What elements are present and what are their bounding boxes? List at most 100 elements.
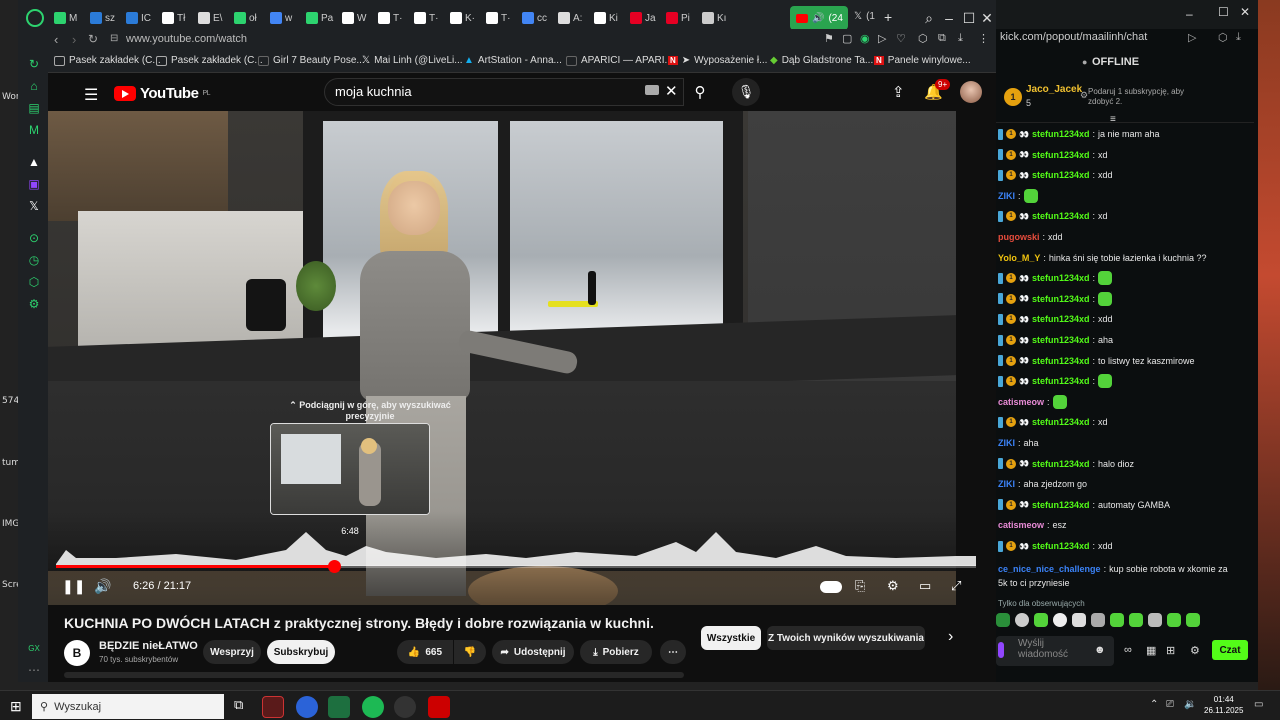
store-icon[interactable]: ▦ [1146, 644, 1156, 657]
gx-icon[interactable]: GX [27, 641, 41, 655]
chat-username[interactable]: stefun1234xd [1032, 356, 1090, 366]
chat-username[interactable]: stefun1234xd [1032, 129, 1090, 139]
acrobat-icon[interactable] [428, 696, 450, 718]
opera-gx-icon[interactable] [262, 696, 284, 718]
chat-username[interactable]: pugowski [998, 232, 1040, 242]
browser-tab[interactable]: M [54, 8, 88, 28]
emote-icon[interactable] [1167, 613, 1181, 627]
chat-username[interactable]: stefun1234xd [1032, 314, 1090, 324]
download-button[interactable]: ⤓ Pobierz [580, 640, 652, 664]
bookmark-folder[interactable]: Pasek zakładek (C... [156, 55, 263, 66]
emote-icon[interactable] [1053, 613, 1067, 627]
subtitles-icon[interactable]: ⎘ [855, 578, 865, 594]
channel-name[interactable]: BĘDZIE nieŁATWO [99, 640, 198, 652]
bookmark-item[interactable]: APARICI — APARI... [566, 55, 673, 66]
chip-search-results[interactable]: Z Twoich wyników wyszukiwania [767, 626, 925, 650]
mail-icon[interactable]: M [27, 123, 41, 137]
progress-scrubber[interactable] [327, 560, 341, 573]
chat-username[interactable]: stefun1234xd [1032, 150, 1090, 160]
emote-icon[interactable] [1148, 613, 1162, 627]
chat-username[interactable]: stefun1234xd [1032, 376, 1090, 386]
chat-username[interactable]: catismeow [998, 520, 1044, 530]
browser-tab[interactable]: Pa [306, 8, 340, 28]
tab-search-icon[interactable]: ⧉ [938, 32, 946, 45]
spotify-icon[interactable] [362, 696, 384, 718]
browser-tab[interactable]: Ki [594, 8, 628, 28]
chat-username[interactable]: Yolo_M_Y [998, 253, 1040, 263]
youtube-logo[interactable]: YouTube PL [114, 85, 210, 102]
emote-icon[interactable] [1186, 613, 1200, 627]
play-ext-icon[interactable]: ▷ [878, 32, 886, 45]
dislike-button[interactable]: 👎 [454, 640, 486, 664]
refresh-icon[interactable]: ↻ [27, 57, 41, 71]
bookmark-item[interactable]: N Panele winylowe... [874, 55, 971, 66]
maximize-icon[interactable]: ☐ [1218, 5, 1229, 19]
chevron-right-icon[interactable]: › [948, 628, 953, 646]
clear-search-icon[interactable]: ✕ [665, 82, 678, 100]
settings-icon[interactable]: ⚙ [1190, 644, 1200, 657]
extension-icon[interactable]: ◉ [860, 32, 870, 45]
subscribe-button[interactable]: Subskrybuj [267, 640, 335, 664]
bookmark-icon[interactable]: ⚑ [824, 32, 834, 45]
close-icon[interactable]: ✕ [1240, 5, 1250, 19]
minimize-icon[interactable]: – [1186, 7, 1193, 21]
browser-tab[interactable]: sz [90, 8, 124, 28]
chat-username[interactable]: stefun1234xd [1032, 170, 1090, 180]
bookmark-item[interactable]: Girl 7 Beauty Pose... [258, 55, 365, 66]
excel-icon[interactable] [328, 696, 350, 718]
browser-tab[interactable]: Ja [630, 8, 664, 28]
emote-icon[interactable] [1091, 613, 1105, 627]
tab-active-youtube[interactable]: 🔊 (24 [790, 6, 848, 30]
gift-box-icon[interactable]: ⊞ [1166, 644, 1175, 657]
volume-icon[interactable]: 🔉 [1184, 699, 1196, 710]
puzzle-icon[interactable]: ⬡ [918, 32, 928, 45]
upload-icon[interactable]: ⇪ [892, 83, 905, 101]
chat-username[interactable]: catismeow [998, 397, 1044, 407]
chat-username[interactable]: stefun1234xd [1032, 211, 1090, 221]
chrome-icon[interactable] [296, 696, 318, 718]
chat-username[interactable]: stefun1234xd [1032, 335, 1090, 345]
task-view-icon[interactable]: ⧉ [234, 697, 243, 713]
pinned-username[interactable]: Jaco_Jacek [1026, 84, 1082, 95]
taskbar-clock[interactable]: 01:44 26.11.2025 [1204, 694, 1243, 716]
layers-icon[interactable]: ▤ [27, 101, 41, 115]
pause-icon[interactable]: ❚❚ [62, 578, 85, 595]
bookmark-folder[interactable]: Pasek zakładek (C... [54, 55, 161, 66]
app-icon[interactable] [394, 696, 416, 718]
browser-tab[interactable]: cc [522, 8, 556, 28]
microphone-icon[interactable]: 🎙 [732, 78, 760, 106]
minimize-icon[interactable]: – [940, 9, 958, 27]
download-icon[interactable]: ⤓ [1236, 31, 1241, 44]
chat-username[interactable]: stefun1234xd [1032, 500, 1090, 510]
new-tab-icon[interactable]: + [884, 9, 892, 25]
url-field[interactable]: www.youtube.com/watch [126, 33, 247, 45]
browser-tab[interactable]: w [270, 8, 304, 28]
windows-start-icon[interactable]: ⊞ [10, 698, 22, 715]
volume-icon[interactable]: 🔊 [94, 578, 111, 595]
chat-username[interactable]: stefun1234xd [1032, 417, 1090, 427]
browser-tab[interactable]: E\ [198, 8, 232, 28]
emote-icon[interactable] [1015, 613, 1029, 627]
play-ext-icon[interactable]: ▷ [1188, 31, 1196, 44]
chat-username[interactable]: stefun1234xd [1032, 541, 1090, 551]
browser-tab[interactable]: Tł [162, 8, 196, 28]
chat-username[interactable]: ZIKI [998, 479, 1015, 489]
link-icon[interactable]: ∞ [1124, 644, 1132, 656]
description-box[interactable] [64, 672, 684, 678]
reload-icon[interactable]: ↻ [88, 32, 98, 46]
theater-mode-icon[interactable]: ▭ [919, 578, 931, 594]
chip-all[interactable]: Wszystkie [701, 626, 761, 650]
browser-tab[interactable]: Kı [702, 8, 736, 28]
browser-tab[interactable]: T· [414, 8, 448, 28]
chevron-up-icon[interactable]: ⌃ [1150, 699, 1158, 710]
browser-tab[interactable]: W [342, 8, 376, 28]
chat-username[interactable]: stefun1234xd [1032, 294, 1090, 304]
filter-icon[interactable]: ≡ [1110, 114, 1116, 125]
bookmark-item[interactable]: 𝕏 Mai Linh (@LiveLi... [362, 55, 463, 66]
hamburger-menu-icon[interactable]: ☰ [84, 85, 98, 105]
more-actions-button[interactable]: ⋯ [660, 640, 686, 664]
menu-icon[interactable]: ⋮ [978, 32, 989, 45]
emote-icon[interactable] [1129, 613, 1143, 627]
browser-tab[interactable]: IC [126, 8, 160, 28]
browser-tab[interactable]: Pi [666, 8, 700, 28]
